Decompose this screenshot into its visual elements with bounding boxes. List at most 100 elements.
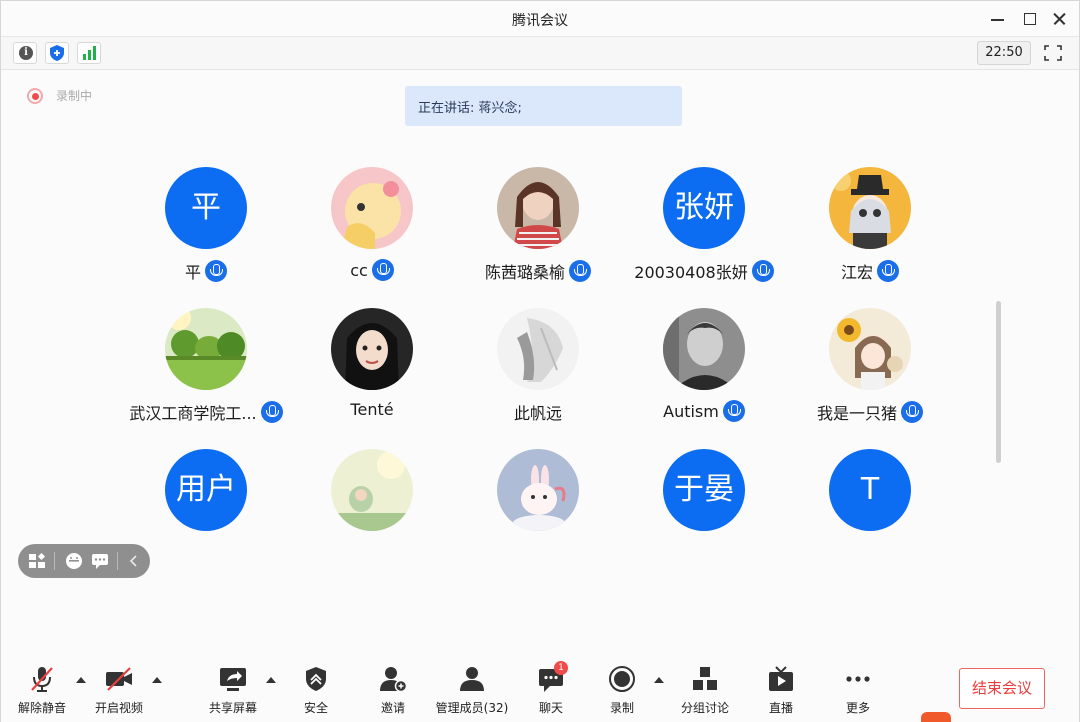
avatar: 用户 bbox=[165, 449, 247, 531]
participant-name: 江宏 bbox=[840, 263, 873, 282]
mic-icon bbox=[901, 401, 923, 423]
mic-icon bbox=[205, 260, 227, 282]
avatar bbox=[497, 449, 579, 531]
participant-name-row: 20030408张妍 bbox=[621, 259, 787, 283]
emoji-icon[interactable] bbox=[64, 552, 84, 570]
avatar: 张妍 bbox=[663, 167, 745, 249]
info-icon[interactable]: i bbox=[13, 42, 37, 64]
participant-name-row: cc bbox=[289, 259, 455, 281]
participant-name: 20030408张妍 bbox=[634, 263, 748, 282]
camera-off-icon bbox=[104, 665, 134, 693]
mic-icon bbox=[877, 260, 899, 282]
share-screen-button[interactable]: 共享屏幕 bbox=[191, 665, 275, 716]
participant-name-row: Autism bbox=[621, 400, 787, 422]
chat-icon: 1 bbox=[536, 661, 568, 693]
minimize-icon[interactable] bbox=[985, 7, 1011, 31]
mic-icon bbox=[751, 260, 774, 282]
bottom-toolbar: 解除静音 开启视频 共享屏幕 安全 邀请 管理成员(32) 1 聊天 录制 分组… bbox=[1, 651, 1079, 722]
avatar: T bbox=[829, 449, 911, 531]
security-shield-icon bbox=[301, 665, 331, 693]
close-icon[interactable] bbox=[1047, 7, 1073, 31]
record-label: 录制 bbox=[609, 701, 634, 715]
live-stream-label: 直播 bbox=[768, 701, 793, 715]
meeting-time: 22:50 bbox=[977, 41, 1031, 65]
avatar: 于晏 bbox=[663, 449, 745, 531]
mic-icon bbox=[722, 400, 745, 422]
avatar: 平 bbox=[165, 167, 247, 249]
record-button[interactable]: 录制 bbox=[580, 665, 664, 716]
participant-name-row: 平 bbox=[123, 259, 289, 283]
mic-icon bbox=[569, 260, 591, 282]
invite-button[interactable]: 邀请 bbox=[351, 665, 435, 716]
breakout-label: 分组讨论 bbox=[680, 701, 729, 715]
security-button[interactable]: 安全 bbox=[274, 665, 358, 716]
participant-name: 武汉工商学院工... bbox=[129, 404, 257, 423]
layout-icon[interactable] bbox=[28, 552, 48, 570]
record-dot-icon bbox=[27, 87, 43, 104]
avatar bbox=[165, 308, 247, 390]
more-label: 更多 bbox=[845, 701, 870, 715]
avatar bbox=[331, 167, 413, 249]
collapse-chevron-icon[interactable] bbox=[124, 552, 144, 570]
end-meeting-button[interactable]: 结束会议 bbox=[959, 668, 1045, 709]
participant-name: cc bbox=[350, 260, 368, 280]
fullscreen-icon[interactable] bbox=[1041, 42, 1065, 64]
maximize-icon[interactable] bbox=[1017, 7, 1043, 31]
avatar bbox=[663, 308, 745, 390]
unmute-label: 解除静音 bbox=[17, 701, 66, 715]
recording-label: 录制中 bbox=[56, 89, 93, 103]
danmaku-icon[interactable] bbox=[90, 552, 110, 570]
avatar bbox=[497, 308, 579, 390]
speaking-banner: 正在讲话: 蒋兴念; bbox=[405, 86, 682, 126]
manage-members-label: 管理成员(32) bbox=[435, 701, 509, 715]
avatar bbox=[829, 308, 911, 390]
unmute-button[interactable]: 解除静音 bbox=[0, 665, 84, 716]
signal-icon[interactable] bbox=[77, 42, 101, 64]
avatar bbox=[497, 167, 579, 249]
participant-name-row: 陈茜璐桑榆 bbox=[455, 259, 621, 283]
participant-name: 此帆远 bbox=[513, 404, 562, 423]
mic-icon bbox=[260, 401, 283, 423]
video-button[interactable]: 开启视频 bbox=[77, 665, 161, 716]
chat-unread-badge: 1 bbox=[554, 661, 568, 675]
members-icon bbox=[457, 665, 487, 693]
avatar bbox=[331, 449, 413, 531]
participant-name-row: 江宏 bbox=[787, 259, 953, 283]
floating-view-toolbar bbox=[18, 544, 150, 578]
grid-scrollbar[interactable] bbox=[996, 301, 1001, 463]
shield-icon[interactable] bbox=[45, 42, 69, 64]
more-button[interactable]: 更多 bbox=[816, 665, 900, 716]
invite-label: 邀请 bbox=[380, 701, 405, 715]
avatar bbox=[829, 167, 911, 249]
status-bar: i 22:50 bbox=[1, 37, 1079, 70]
record-icon bbox=[607, 665, 637, 693]
share-screen-label: 共享屏幕 bbox=[208, 701, 257, 715]
participant-name: Tenté bbox=[350, 400, 394, 419]
title-bar: 腾讯会议 bbox=[1, 1, 1079, 37]
participant-name-row: 此帆远 bbox=[455, 400, 621, 424]
divider bbox=[117, 552, 118, 570]
video-options-caret-icon[interactable] bbox=[152, 677, 162, 683]
divider bbox=[54, 552, 55, 570]
avatar bbox=[331, 308, 413, 390]
participant-name-row: Tenté bbox=[289, 400, 455, 419]
invite-user-icon bbox=[378, 665, 408, 693]
participant-name: 我是一只猪 bbox=[816, 404, 897, 423]
participant-name: Autism bbox=[663, 401, 719, 421]
meeting-window: 腾讯会议 i 22:50 录制中 正在讲话: 蒋兴念; 平 平 cc 陈茜璐桑榆… bbox=[0, 0, 1080, 722]
live-stream-button[interactable]: 直播 bbox=[739, 665, 823, 716]
breakout-rooms-button[interactable]: 分组讨论 bbox=[663, 665, 747, 716]
participant-name: 陈茜璐桑榆 bbox=[484, 263, 565, 282]
participant-name: 平 bbox=[184, 263, 201, 282]
live-stream-icon bbox=[766, 665, 796, 693]
participant-name-row: 武汉工商学院工... bbox=[123, 400, 289, 424]
mic-icon bbox=[371, 259, 394, 281]
mic-muted-icon bbox=[27, 665, 57, 693]
more-dots-icon bbox=[843, 665, 873, 693]
window-title: 腾讯会议 bbox=[512, 13, 568, 29]
recording-indicator: 录制中 bbox=[27, 87, 92, 104]
share-screen-icon bbox=[218, 665, 248, 693]
participant-name-row: 我是一只猪 bbox=[787, 400, 953, 424]
video-label: 开启视频 bbox=[94, 701, 143, 715]
manage-members-button[interactable]: 管理成员(32) bbox=[430, 665, 514, 716]
